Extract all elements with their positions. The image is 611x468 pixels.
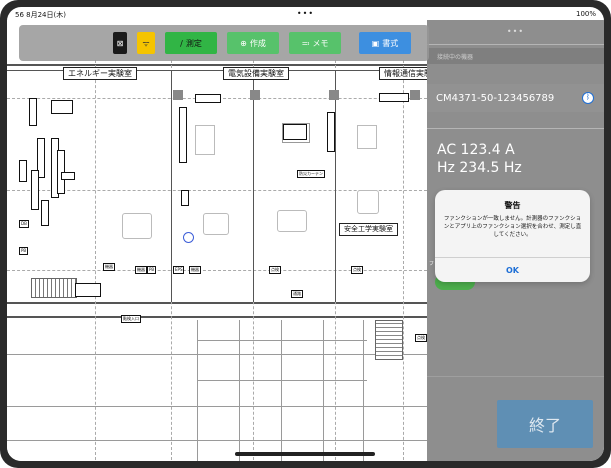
tag-inspection[interactable]: 点検 — [415, 334, 427, 342]
room-label-safety: 安全工学実験室 — [339, 223, 398, 236]
wifi-icon: ᯤ — [142, 38, 150, 48]
tag-db[interactable]: DB — [19, 220, 29, 228]
tag-passage[interactable]: 通路 — [291, 290, 303, 298]
status-time: 56 8月24日(木) — [15, 11, 66, 19]
device-id: CM4371-50-123456789 — [436, 93, 555, 104]
room-label-energy: エネルギー実験室 — [63, 67, 137, 80]
current-reading: AC 123.4 A — [437, 142, 515, 158]
measure-label: 測定 — [185, 38, 202, 48]
memo-button[interactable]: ≕ メモ — [289, 32, 341, 54]
measure-button[interactable]: ∕ 測定 — [165, 32, 217, 54]
memo-label: メモ — [312, 38, 329, 48]
warning-alert-dialog: 警告 ファンクションが一致しません。計測器のファンクションとアプリ上のファンクシ… — [435, 190, 590, 282]
frequency-reading: Hz 234.5 Hz — [437, 160, 522, 176]
close-tool-button[interactable]: ⊠ — [113, 32, 127, 54]
bluetooth-icon[interactable]: ᛒ — [582, 92, 594, 104]
tag-pb[interactable]: PB — [147, 266, 157, 274]
create-button[interactable]: ⊕ 作成 — [227, 32, 279, 54]
plus-circle-icon: ⊕ — [240, 38, 247, 48]
create-label: 作成 — [249, 38, 266, 48]
tag-inspection[interactable]: 点検 — [351, 266, 363, 274]
crosshair-target-icon[interactable] — [183, 232, 194, 243]
multitask-dots[interactable]: ••• — [297, 9, 314, 18]
alert-message: ファンクションが一致しません。計測器のファンクションとアプリ上のファンクション選… — [443, 216, 582, 238]
device-frame: 56 8月24日(木) ••• 100% エネルギー実験室 電気設備実験室 情報… — [0, 0, 611, 468]
pencil-icon: ∕ — [180, 38, 183, 48]
tag-equipment[interactable]: 機器 — [189, 266, 201, 274]
alert-title: 警告 — [504, 201, 521, 210]
tag-eps[interactable]: EPS — [173, 266, 185, 274]
format-label: 書式 — [382, 38, 399, 48]
wifi-button[interactable]: ᯤ — [137, 32, 155, 54]
tag-inspection[interactable]: 点検 — [269, 266, 281, 274]
room-label-telecom: 情報通信実験室 — [379, 67, 427, 80]
tag-fire-curtain[interactable]: 防災カーテン — [297, 170, 325, 178]
panel-grip[interactable]: ••• — [427, 27, 604, 36]
tag-equipment[interactable]: 機器 — [103, 263, 115, 271]
room-label-electrical: 電気設備実験室 — [223, 67, 289, 80]
close-icon: ⊠ — [116, 38, 124, 48]
connected-device-header: 接続中の機器 — [427, 48, 604, 64]
tag-equipment[interactable]: 機器 — [135, 266, 147, 274]
format-button[interactable]: ▣ 書式 — [359, 32, 411, 54]
alert-ok-button[interactable]: OK — [435, 257, 590, 282]
floor-plan[interactable]: エネルギー実験室 電気設備実験室 情報通信実験室 安全工学実験室 防災カーテン … — [7, 20, 427, 461]
battery-indicator: 100% — [575, 10, 596, 18]
connected-device-row[interactable]: CM4371-50-123456789 ᛒ — [427, 84, 604, 112]
tag-entrance[interactable]: 點検入口 — [121, 315, 141, 323]
note-icon: ≕ — [301, 38, 310, 48]
home-indicator[interactable] — [235, 452, 375, 456]
tool-bar: ⊠ ᯤ ∕ 測定 ⊕ 作成 ≕ メモ ▣ 書式 — [19, 25, 429, 61]
end-button[interactable]: 終了 — [497, 400, 593, 448]
screen: 56 8月24日(木) ••• 100% エネルギー実験室 電気設備実験室 情報… — [7, 7, 604, 461]
tag-pb[interactable]: PB — [19, 247, 29, 255]
calendar-icon: ▣ — [371, 38, 380, 48]
status-bar: 56 8月24日(木) ••• 100% — [7, 7, 604, 20]
